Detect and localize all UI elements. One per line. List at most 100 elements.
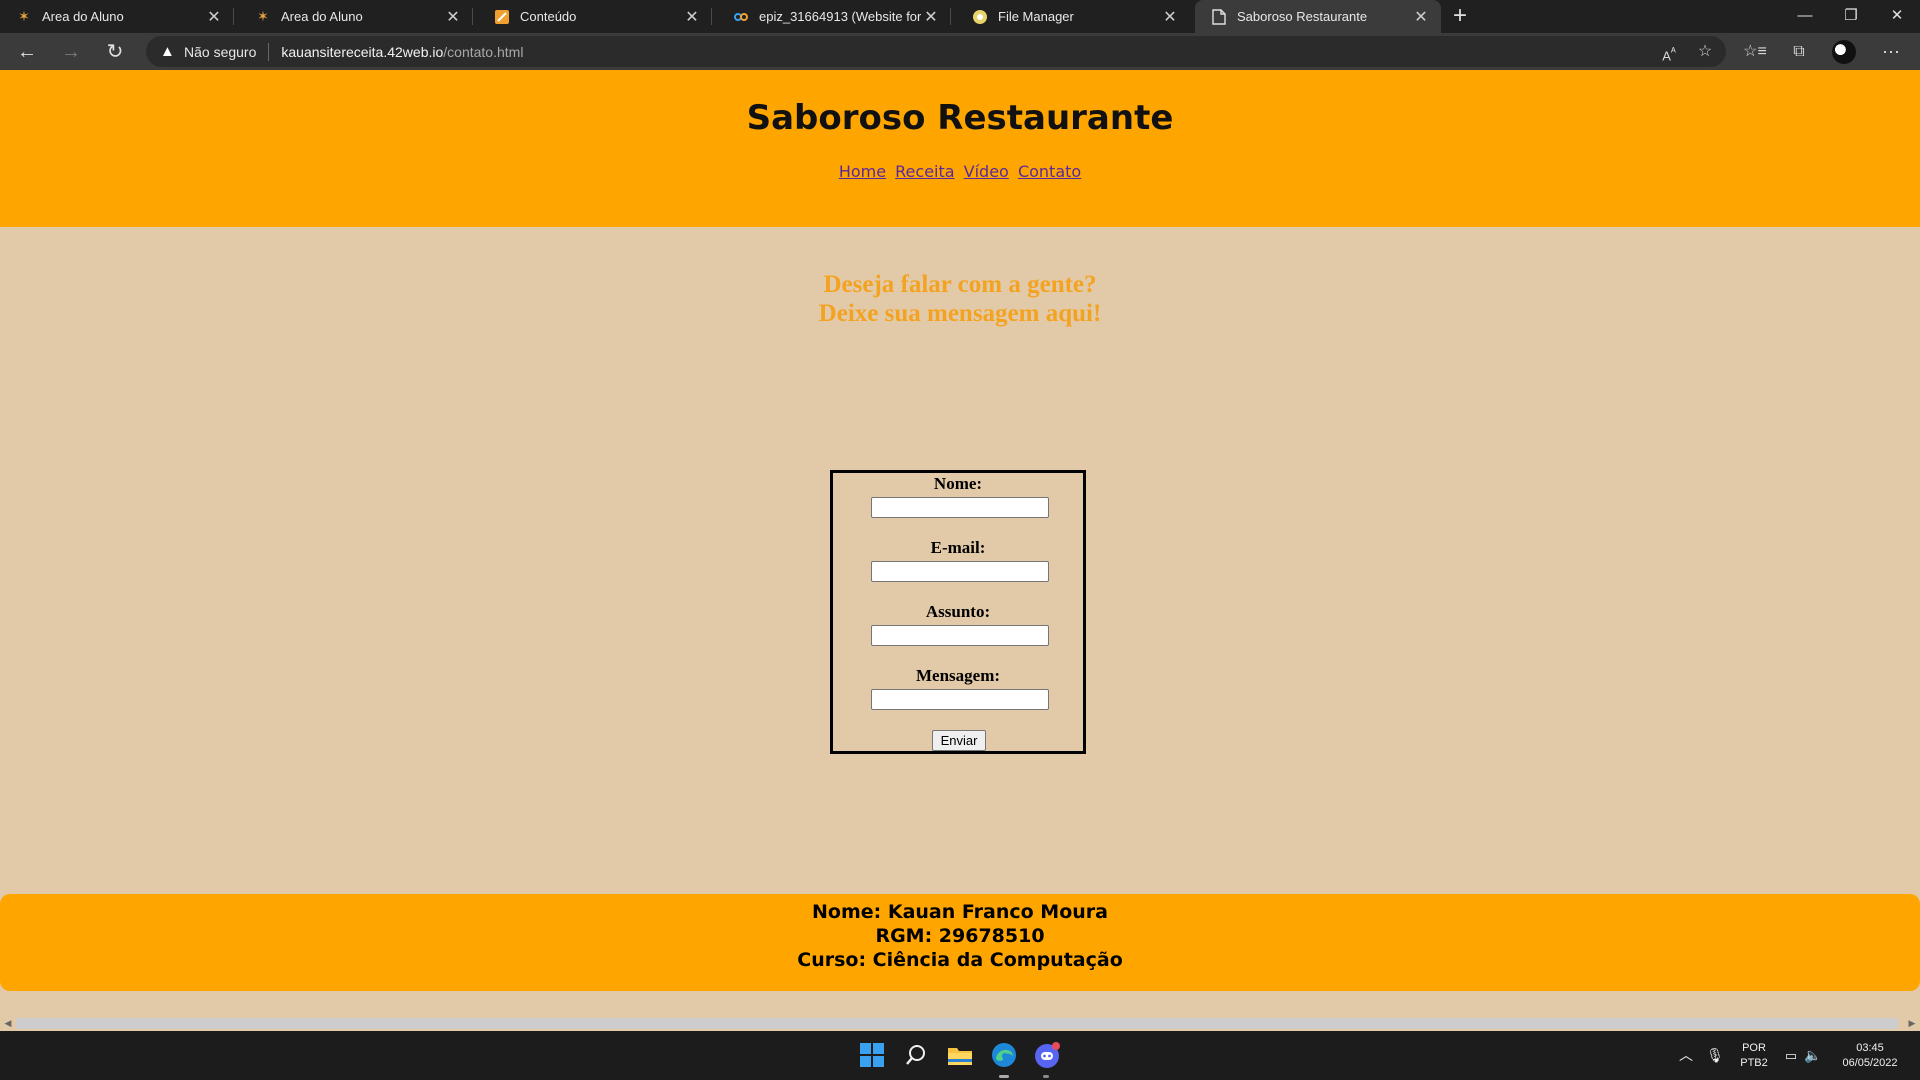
language-indicator[interactable]: POR PTB2 bbox=[1734, 1031, 1774, 1080]
tab-area-do-aluno-1[interactable]: ✶ Area do Aluno ✕ bbox=[0, 0, 234, 33]
star-logo-icon: ✶ bbox=[18, 8, 30, 24]
search-button[interactable] bbox=[900, 1039, 932, 1071]
nav-link-receita[interactable]: Receita bbox=[895, 162, 954, 181]
keyboard-layout: PTB2 bbox=[1740, 1056, 1768, 1069]
tab-divider bbox=[711, 8, 712, 25]
address-bar[interactable]: ▲ Não seguro kauansitereceita.42web.io /… bbox=[146, 36, 1726, 67]
close-tab-icon[interactable]: ✕ bbox=[682, 7, 702, 27]
nav-link-video[interactable]: Vídeo bbox=[964, 162, 1009, 181]
add-favorite-icon[interactable]: ☆ bbox=[1690, 37, 1720, 67]
cpanel-icon bbox=[733, 9, 749, 25]
name-input[interactable] bbox=[871, 497, 1049, 518]
star-logo-icon: ✶ bbox=[257, 8, 269, 24]
site-header: Saboroso Restaurante Home Receita Vídeo … bbox=[0, 70, 1920, 227]
scroll-left-icon[interactable]: ◀ bbox=[2, 1016, 14, 1030]
message-label: Mensagem: bbox=[915, 666, 1001, 685]
close-tab-icon[interactable]: ✕ bbox=[204, 7, 224, 27]
close-tab-icon[interactable]: ✕ bbox=[443, 7, 463, 27]
discord-button[interactable] bbox=[1032, 1039, 1064, 1071]
send-button[interactable]: Enviar bbox=[932, 730, 986, 751]
email-input[interactable] bbox=[871, 561, 1049, 582]
tab-conteudo[interactable]: Conteúdo ✕ bbox=[478, 0, 712, 33]
address-divider bbox=[268, 42, 270, 61]
tab-saboroso-restaurante[interactable]: Saboroso Restaurante ✕ bbox=[1195, 0, 1441, 33]
subject-input[interactable] bbox=[871, 625, 1049, 646]
close-window-button[interactable]: ✕ bbox=[1874, 0, 1920, 33]
close-tab-icon[interactable]: ✕ bbox=[1411, 7, 1431, 27]
footer-course: Curso: Ciência da Computação bbox=[797, 949, 1123, 971]
contact-heading: Deseja falar com a gente? Deixe sua mens… bbox=[0, 270, 1920, 328]
running-app-indicator bbox=[1043, 1075, 1049, 1078]
footer-name: Nome: Kauan Franco Moura bbox=[812, 901, 1108, 923]
nav-link-home[interactable]: Home bbox=[839, 162, 886, 181]
language-code: POR bbox=[1742, 1041, 1766, 1054]
forward-button[interactable]: → bbox=[56, 37, 86, 67]
tab-divider bbox=[950, 8, 951, 25]
contact-form: Nome: E-mail: Assunto: Mensagem: Enviar bbox=[830, 470, 1086, 754]
tab-title: Conteúdo bbox=[520, 9, 577, 24]
restore-button[interactable]: ❐ bbox=[1828, 0, 1874, 33]
profile-avatar[interactable] bbox=[1832, 40, 1856, 64]
email-label: E-mail: bbox=[930, 538, 986, 557]
site-footer: Nome: Kauan Franco Moura RGM: 29678510 C… bbox=[0, 894, 1920, 991]
taskbar: ︿ 🎙 POR PTB2 ▭ 🔈 03:45 06/05/2022 bbox=[0, 1031, 1920, 1080]
new-tab-button[interactable]: + bbox=[1446, 2, 1474, 30]
tab-title: epiz_31664913 (Website for kaua bbox=[759, 9, 921, 24]
url-path: /contato.html bbox=[443, 43, 524, 60]
file-manager-icon bbox=[972, 9, 988, 25]
site-nav: Home Receita Vídeo Contato bbox=[0, 162, 1920, 181]
discord-icon bbox=[1035, 1042, 1060, 1068]
tab-epiz[interactable]: epiz_31664913 (Website for kaua ✕ bbox=[717, 0, 951, 33]
collections-icon[interactable]: ⧉ bbox=[1784, 37, 1814, 67]
read-aloud-icon[interactable]: Aᴬ bbox=[1654, 37, 1684, 67]
name-label: Nome: bbox=[933, 474, 983, 493]
browser-tab-bar: ✶ Area do Aluno ✕ ✶ Area do Aluno ✕ Cont… bbox=[0, 0, 1920, 33]
warning-icon[interactable]: ▲ bbox=[160, 43, 178, 60]
more-menu-icon[interactable]: ⋯ bbox=[1876, 37, 1906, 67]
close-tab-icon[interactable]: ✕ bbox=[1160, 7, 1180, 27]
tab-file-manager[interactable]: File Manager ✕ bbox=[956, 0, 1190, 33]
tab-title: Saboroso Restaurante bbox=[1237, 9, 1368, 24]
tab-area-do-aluno-2[interactable]: ✶ Area do Aluno ✕ bbox=[239, 0, 473, 33]
tray-chevron-icon[interactable]: ︿ bbox=[1674, 1031, 1698, 1080]
heading-line-1: Deseja falar com a gente? bbox=[823, 271, 1097, 298]
scroll-right-icon[interactable]: ▶ bbox=[1906, 1016, 1918, 1030]
message-input[interactable] bbox=[871, 689, 1049, 710]
tab-title: Area do Aluno bbox=[42, 9, 124, 24]
close-tab-icon[interactable]: ✕ bbox=[921, 7, 941, 27]
tab-title: File Manager bbox=[998, 9, 1074, 24]
favorites-icon[interactable]: ☆≡ bbox=[1740, 37, 1770, 67]
tab-divider bbox=[472, 8, 473, 25]
tab-divider bbox=[233, 8, 234, 25]
search-icon bbox=[906, 1045, 925, 1065]
minimize-button[interactable]: — bbox=[1782, 0, 1828, 33]
url-host: kauansitereceita.42web.io bbox=[281, 43, 444, 60]
clock-date: 06/05/2022 bbox=[1842, 1056, 1898, 1069]
scrollbar-thumb[interactable] bbox=[16, 1018, 1898, 1029]
folder-icon bbox=[948, 1048, 972, 1065]
horizontal-scrollbar[interactable]: ◀ ▶ bbox=[0, 1015, 1920, 1031]
heading-line-2: Deixe sua mensagem aqui! bbox=[818, 300, 1102, 327]
browser-toolbar: ← → ↻ ▲ Não seguro kauansitereceita.42we… bbox=[0, 33, 1920, 70]
network-icon[interactable]: ▭ bbox=[1780, 1031, 1802, 1080]
volume-icon[interactable]: 🔈 bbox=[1802, 1031, 1824, 1080]
clock[interactable]: 03:45 06/05/2022 bbox=[1832, 1031, 1908, 1080]
refresh-button[interactable]: ↻ bbox=[100, 37, 130, 67]
security-label[interactable]: Não seguro bbox=[184, 44, 256, 60]
subject-label: Assunto: bbox=[925, 602, 991, 621]
microphone-icon[interactable]: 🎙 bbox=[1704, 1031, 1726, 1080]
footer-rgm: RGM: 29678510 bbox=[875, 925, 1045, 947]
clock-time: 03:45 bbox=[1856, 1041, 1884, 1054]
edge-browser-button[interactable] bbox=[988, 1039, 1020, 1071]
file-explorer-button[interactable] bbox=[944, 1039, 976, 1071]
start-button[interactable] bbox=[856, 1039, 888, 1071]
tab-title: Area do Aluno bbox=[281, 9, 363, 24]
windows-logo-icon bbox=[860, 1043, 884, 1067]
active-app-indicator bbox=[999, 1075, 1009, 1078]
edge-icon bbox=[992, 1043, 1016, 1067]
back-button[interactable]: ← bbox=[12, 37, 42, 67]
web-page: Saboroso Restaurante Home Receita Vídeo … bbox=[0, 70, 1920, 1015]
page-icon bbox=[1211, 8, 1227, 25]
nav-link-contato[interactable]: Contato bbox=[1018, 162, 1081, 181]
document-orange-icon bbox=[494, 9, 510, 25]
